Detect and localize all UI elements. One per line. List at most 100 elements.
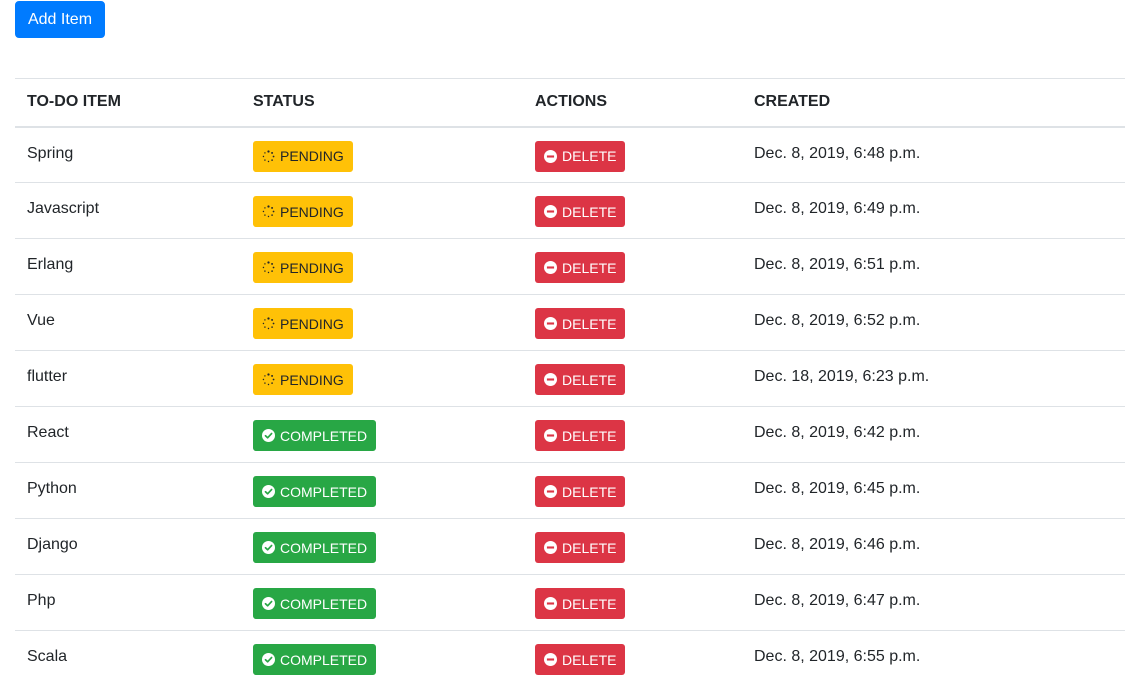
header-todo-item: TO-DO ITEM [15, 78, 241, 128]
add-item-button[interactable]: Add Item [15, 1, 105, 38]
delete-label: DELETE [562, 148, 617, 164]
created-cell: Dec. 8, 2019, 6:46 p.m. [742, 518, 1125, 575]
created-cell: Dec. 8, 2019, 6:52 p.m. [742, 294, 1125, 351]
delete-button[interactable]: DELETE [535, 420, 626, 451]
status-completed-button[interactable]: COMPLETED [253, 644, 377, 675]
status-completed-button[interactable]: COMPLETED [253, 532, 377, 563]
status-cell: PENDING [241, 294, 523, 351]
check-circle-icon [262, 597, 275, 610]
minus-circle-icon [544, 317, 557, 330]
table-row: Javascript PENDING DELETE Dec. 8, 2019, 6:4… [15, 182, 1125, 239]
check-circle-icon [262, 485, 275, 498]
spinner-icon [262, 149, 275, 163]
status-completed-button[interactable]: COMPLETED [253, 476, 377, 507]
table-row: Vue PENDING DELETE Dec. 8, 2019, 6:52 p.m. [15, 294, 1125, 351]
status-completed-button[interactable]: COMPLETED [253, 588, 377, 619]
created-cell: Dec. 8, 2019, 6:42 p.m. [742, 406, 1125, 463]
minus-circle-icon [544, 261, 557, 274]
status-cell: COMPLETED [241, 462, 523, 519]
status-pending-button[interactable]: PENDING [253, 140, 353, 172]
status-label: PENDING [280, 371, 344, 388]
delete-label: DELETE [562, 259, 617, 276]
status-pending-button[interactable]: PENDING [253, 196, 353, 227]
todo-item-cell: flutter [15, 350, 241, 407]
todo-page: Add Item TO-DO ITEM STATUS ACTIONS CREAT… [0, 0, 1140, 688]
status-label: COMPLETED [280, 595, 368, 612]
delete-label: DELETE [562, 539, 617, 556]
spinner-icon [262, 261, 275, 274]
todo-item-name: Python [27, 480, 77, 497]
minus-circle-icon [544, 653, 557, 666]
todo-item-cell: Django [15, 518, 241, 575]
delete-button[interactable]: DELETE [535, 196, 626, 227]
minus-circle-icon [544, 373, 557, 386]
table-row: Erlang PENDING DELETE Dec. 8, 2019, 6:51 p.… [15, 238, 1125, 295]
created-cell: Dec. 8, 2019, 6:48 p.m. [742, 126, 1125, 183]
delete-label: DELETE [562, 595, 617, 612]
delete-button[interactable]: DELETE [535, 364, 626, 395]
status-pending-button[interactable]: PENDING [253, 364, 353, 395]
header-created: CREATED [742, 78, 1125, 128]
delete-button[interactable]: DELETE [535, 644, 626, 675]
created-cell: Dec. 8, 2019, 6:45 p.m. [742, 462, 1125, 519]
actions-cell: DELETE [523, 518, 742, 575]
table-row: Php COMPLETED DELETE Dec. 8, 2019, 6:47 p.m… [15, 574, 1125, 631]
todo-table: TO-DO ITEM STATUS ACTIONS CREATED Spring… [15, 78, 1125, 687]
status-label: PENDING [280, 148, 344, 164]
todo-item-name: Scala [27, 648, 68, 665]
created-timestamp: Dec. 8, 2019, 6:48 p.m. [754, 144, 921, 162]
status-label: COMPLETED [280, 427, 368, 444]
created-cell: Dec. 8, 2019, 6:49 p.m. [742, 182, 1125, 239]
todo-item-name: flutter [27, 368, 68, 385]
created-timestamp: Dec. 8, 2019, 6:46 p.m. [754, 536, 921, 553]
delete-button[interactable]: DELETE [535, 252, 626, 283]
todo-item-cell: Php [15, 574, 241, 631]
created-timestamp: Dec. 8, 2019, 6:45 p.m. [754, 480, 921, 497]
check-circle-icon [262, 653, 275, 666]
status-label: PENDING [280, 203, 344, 220]
delete-button[interactable]: DELETE [535, 308, 626, 339]
created-timestamp: Dec. 8, 2019, 6:51 p.m. [754, 256, 921, 273]
todo-item-name: React [27, 424, 69, 441]
created-timestamp: Dec. 8, 2019, 6:47 p.m. [754, 592, 921, 609]
todo-item-cell: Javascript [15, 182, 241, 239]
actions-cell: DELETE [523, 182, 742, 239]
todo-item-cell: Vue [15, 294, 241, 351]
status-pending-button[interactable]: PENDING [253, 308, 353, 339]
status-pending-button[interactable]: PENDING [253, 252, 353, 283]
minus-circle-icon [544, 597, 557, 610]
delete-label: DELETE [562, 203, 617, 220]
status-cell: COMPLETED [241, 574, 523, 631]
status-label: PENDING [280, 259, 344, 276]
spinner-icon [262, 373, 275, 386]
status-cell: COMPLETED [241, 518, 523, 575]
status-label: COMPLETED [280, 483, 368, 500]
delete-button[interactable]: DELETE [535, 588, 626, 619]
table-row: Spring PENDING DELETE Dec. 8, 2019, 6:48 p.… [15, 126, 1125, 183]
created-cell: Dec. 18, 2019, 6:23 p.m. [742, 350, 1125, 407]
todo-item-cell: Spring [15, 126, 241, 183]
minus-circle-icon [544, 485, 557, 498]
status-label: PENDING [280, 315, 344, 332]
table-header-row: TO-DO ITEM STATUS ACTIONS CREATED [15, 78, 1125, 128]
minus-circle-icon [544, 149, 557, 163]
status-completed-button[interactable]: COMPLETED [253, 420, 377, 451]
actions-cell: DELETE [523, 126, 742, 183]
delete-button[interactable]: DELETE [535, 532, 626, 563]
created-cell: Dec. 8, 2019, 6:55 p.m. [742, 630, 1125, 687]
todo-item-name: Django [27, 536, 78, 553]
actions-cell: DELETE [523, 630, 742, 687]
check-circle-icon [262, 541, 275, 554]
table-row: React COMPLETED DELETE Dec. 8, 2019, 6:42 p… [15, 406, 1125, 463]
table-row: Django COMPLETED DELETE Dec. 8, 2019, 6:46 … [15, 518, 1125, 575]
delete-label: DELETE [562, 371, 617, 388]
todo-item-name: Erlang [27, 256, 74, 273]
created-timestamp: Dec. 18, 2019, 6:23 p.m. [754, 368, 930, 385]
delete-label: DELETE [562, 651, 617, 668]
delete-button[interactable]: DELETE [535, 476, 626, 507]
check-circle-icon [262, 429, 275, 442]
actions-cell: DELETE [523, 574, 742, 631]
delete-button[interactable]: DELETE [535, 140, 626, 172]
created-cell: Dec. 8, 2019, 6:47 p.m. [742, 574, 1125, 631]
table-row: flutter PENDING DELETE Dec. 18, 2019, 6:23 … [15, 350, 1125, 407]
